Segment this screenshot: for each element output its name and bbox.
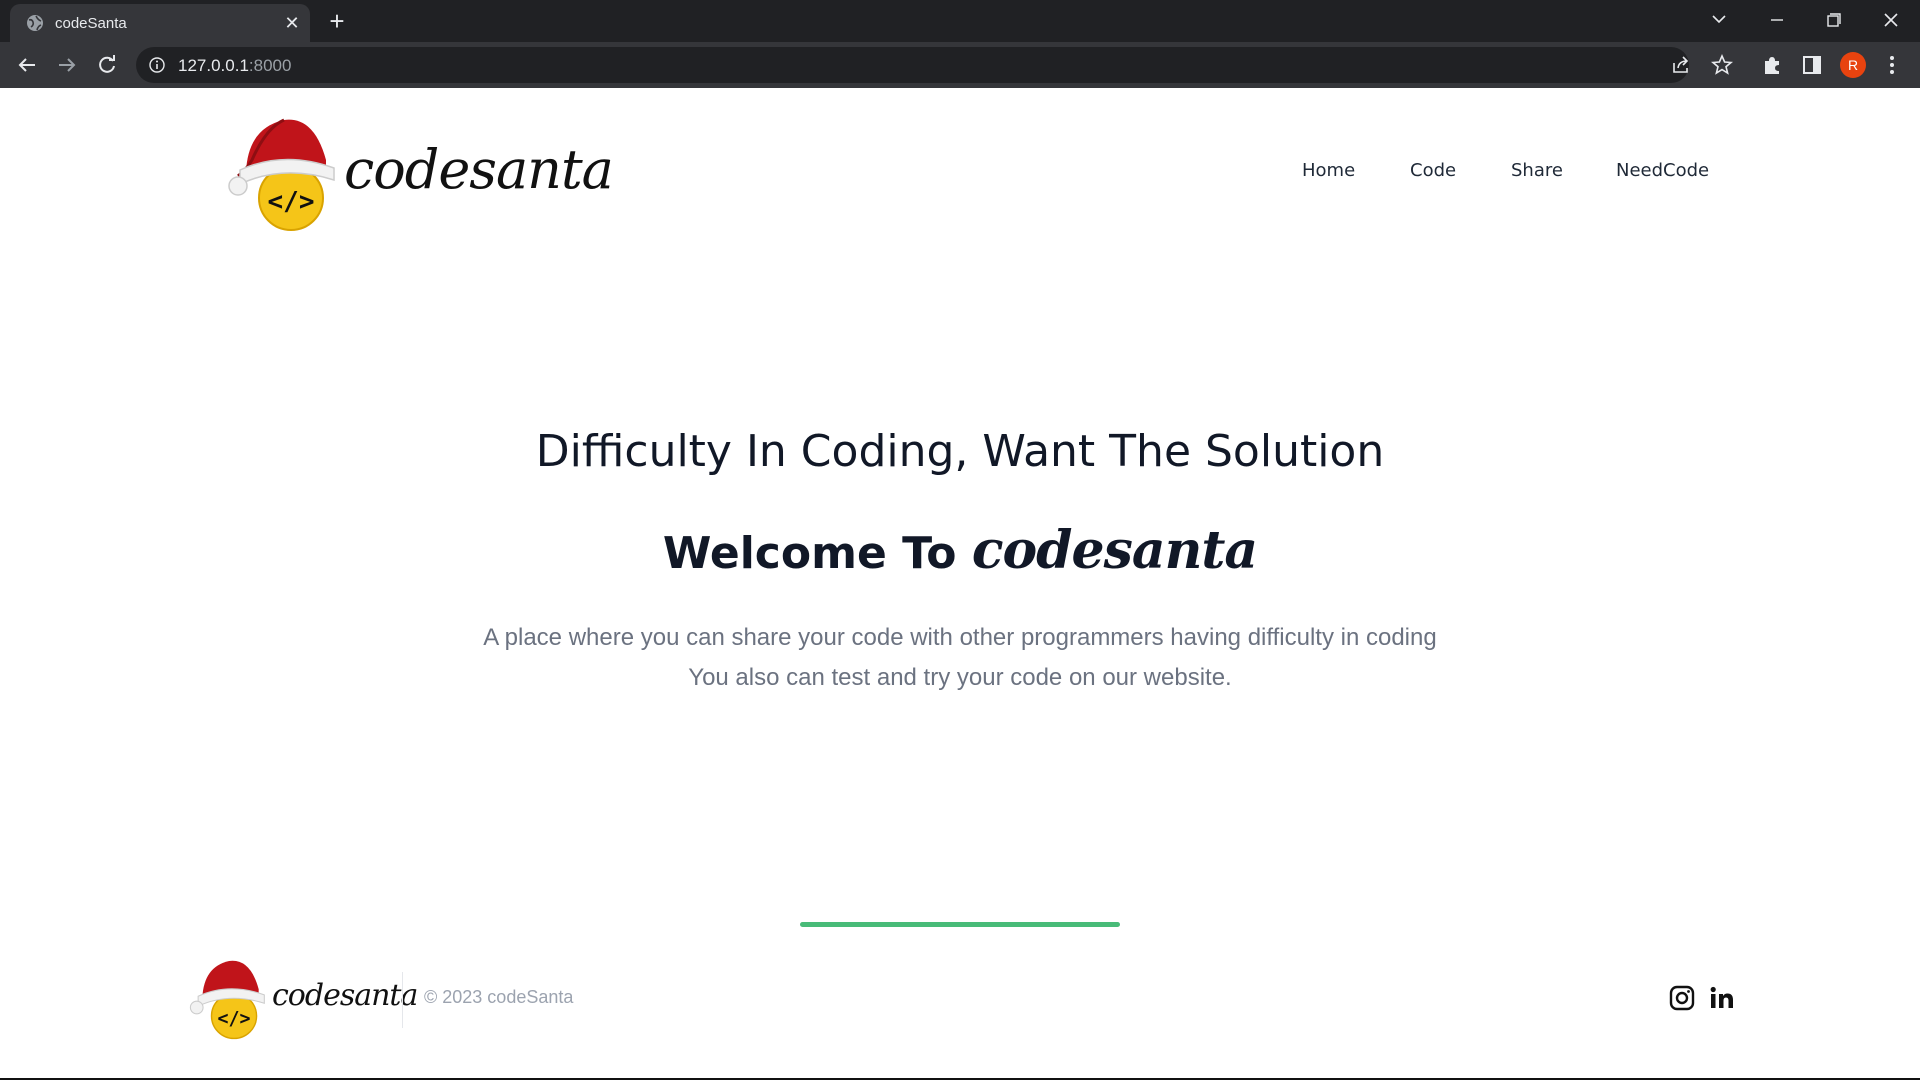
- forward-icon[interactable]: [51, 49, 83, 81]
- hero-desc-line1: A place where you can share your code wi…: [483, 624, 1437, 651]
- menu-icon[interactable]: [1876, 49, 1908, 81]
- hero-title: Difficulty In Coding, Want The Solution: [535, 426, 1385, 477]
- footer-divider: [402, 972, 403, 1028]
- tab-strip: codeSanta ✕ +: [0, 0, 1920, 42]
- footer-brand[interactable]: </> codesanta: [188, 954, 418, 1042]
- nav-code[interactable]: Code: [1410, 160, 1456, 181]
- close-icon[interactable]: ✕: [282, 13, 302, 33]
- instagram-icon[interactable]: [1668, 984, 1696, 1012]
- address-bar[interactable]: 127.0.0.1:8000: [136, 47, 1689, 83]
- santa-logo-icon: </>: [228, 118, 335, 231]
- santa-logo-icon: </>: [189, 960, 265, 1040]
- share-icon[interactable]: [1665, 49, 1697, 81]
- star-icon[interactable]: [1706, 49, 1738, 81]
- extensions-icon[interactable]: [1756, 49, 1788, 81]
- minimize-icon[interactable]: [1754, 4, 1800, 36]
- back-icon[interactable]: [11, 49, 43, 81]
- nav-home[interactable]: Home: [1302, 160, 1355, 181]
- hero-desc-line2: You also can test and try your code on o…: [688, 664, 1232, 691]
- svg-text:</>: </>: [218, 1008, 251, 1029]
- accent-bar: [800, 922, 1120, 927]
- copyright-text: © 2023 codeSanta: [424, 987, 574, 1007]
- globe-icon: [27, 15, 43, 31]
- url-text[interactable]: 127.0.0.1:8000: [178, 56, 291, 76]
- linkedin-icon[interactable]: [1708, 984, 1736, 1012]
- hero-brand: codesanta: [971, 520, 1258, 581]
- reload-icon[interactable]: [91, 49, 123, 81]
- brand-name: codesanta: [344, 138, 614, 201]
- plus-icon[interactable]: +: [323, 8, 351, 36]
- window-close-icon[interactable]: [1868, 4, 1914, 36]
- restore-icon[interactable]: [1810, 4, 1856, 36]
- header-brand[interactable]: </> codesanta: [226, 110, 614, 235]
- page-content: </> codesanta Home Code Share NeedCode D…: [0, 88, 1920, 1080]
- chevron-down-icon[interactable]: [1696, 4, 1742, 36]
- browser-chrome: codeSanta ✕ + 127.0.0.1:8000 R: [0, 0, 1920, 88]
- tab-title: codeSanta: [55, 15, 127, 32]
- tab-codesanta[interactable]: codeSanta ✕: [10, 4, 310, 42]
- footer-brand-name: codesanta: [272, 978, 418, 1013]
- browser-toolbar: 127.0.0.1:8000 R: [0, 42, 1920, 88]
- hero-welcome: Welcome To codesanta: [662, 520, 1258, 581]
- profile-avatar[interactable]: R: [1840, 52, 1866, 78]
- sidepanel-icon[interactable]: [1796, 49, 1828, 81]
- nav-share[interactable]: Share: [1511, 160, 1563, 181]
- hero-description: A place where you can share your code wi…: [0, 618, 1920, 698]
- nav-needcode[interactable]: NeedCode: [1616, 160, 1709, 181]
- svg-text:</>: </>: [268, 187, 315, 217]
- info-icon[interactable]: [148, 56, 166, 74]
